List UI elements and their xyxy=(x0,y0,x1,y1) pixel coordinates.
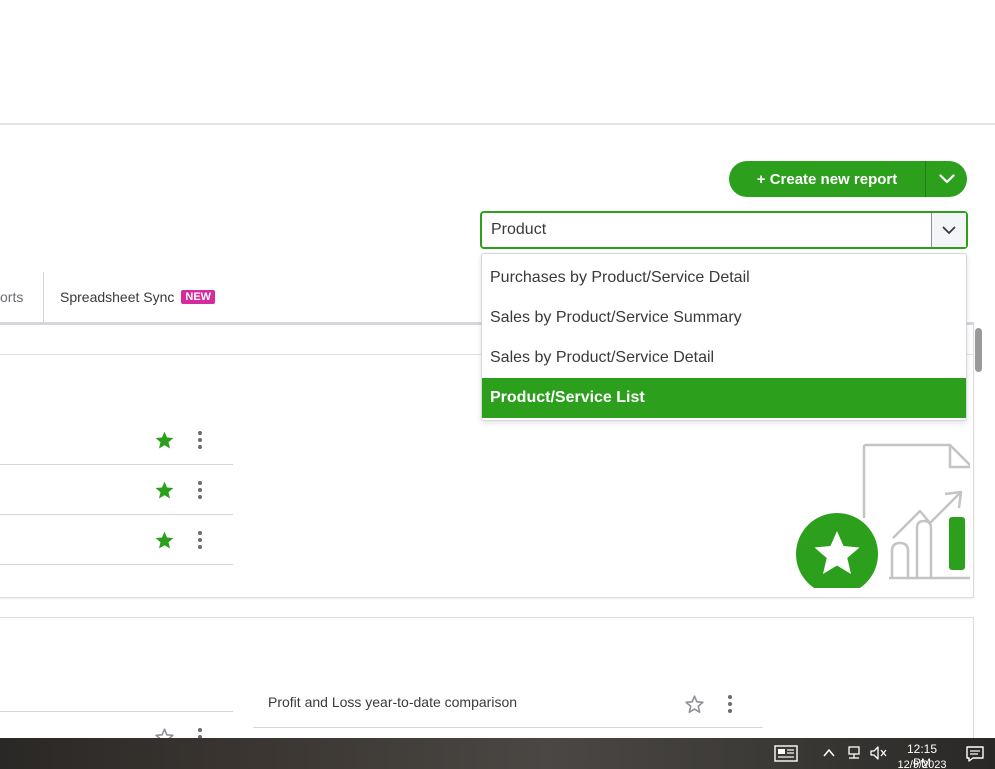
news-widget-icon[interactable] xyxy=(774,745,798,762)
reports-page: + Create new report Purchases by Product… xyxy=(0,0,995,769)
suggestion-sales-by-product-service-summary[interactable]: Sales by Product/Service Summary xyxy=(482,298,966,338)
search-dropdown-toggle[interactable] xyxy=(931,213,966,247)
favorite-report-row[interactable] xyxy=(0,515,233,565)
suggestion-product-service-list[interactable]: Product/Service List xyxy=(482,378,966,418)
more-options-icon[interactable] xyxy=(195,429,205,451)
chevron-down-icon xyxy=(938,174,955,184)
tab-divider xyxy=(43,272,44,322)
favorites-illustration xyxy=(796,443,970,588)
create-new-report-label[interactable]: + Create new report xyxy=(729,161,926,197)
create-new-report-button[interactable]: + Create new report xyxy=(729,161,967,197)
row-divider xyxy=(0,711,233,712)
star-badge-icon xyxy=(796,513,878,588)
more-options-icon[interactable] xyxy=(725,693,735,715)
star-filled-icon[interactable] xyxy=(154,430,175,451)
create-report-dropdown-toggle[interactable] xyxy=(926,161,967,197)
suggestion-sales-by-product-service-detail[interactable]: Sales by Product/Service Detail xyxy=(482,338,966,378)
more-options-icon[interactable] xyxy=(195,479,205,501)
tab-spreadsheet-sync[interactable]: Spreadsheet Sync NEW xyxy=(60,289,216,305)
more-options-icon[interactable] xyxy=(195,529,205,551)
report-search-combobox[interactable] xyxy=(480,211,968,249)
star-filled-icon[interactable] xyxy=(154,530,175,551)
tab-reports-partial[interactable]: orts xyxy=(0,289,23,305)
scrollbar-thumb[interactable] xyxy=(975,328,982,372)
windows-taskbar: 12:15 PM 12/9/2023 xyxy=(0,738,995,769)
volume-muted-icon[interactable] xyxy=(869,745,887,761)
network-icon[interactable] xyxy=(846,745,862,761)
favorite-report-row[interactable] xyxy=(0,465,233,515)
new-badge: NEW xyxy=(181,290,216,304)
header-divider xyxy=(0,123,995,125)
chevron-down-icon xyxy=(942,226,956,234)
chevron-up-icon[interactable] xyxy=(822,747,836,759)
taskbar-clock-date[interactable]: 12/9/2023 xyxy=(896,759,948,769)
favorite-report-row[interactable] xyxy=(0,415,233,465)
report-search-input[interactable] xyxy=(482,213,931,247)
report-row-label[interactable]: Profit and Loss year-to-date comparison xyxy=(268,694,517,710)
search-suggestions-list: Purchases by Product/Service Detail Sale… xyxy=(481,253,967,421)
document-chart-icon xyxy=(862,443,970,580)
suggestion-purchases-by-product-service-detail[interactable]: Purchases by Product/Service Detail xyxy=(482,258,966,298)
star-filled-icon[interactable] xyxy=(154,480,175,501)
tab-spreadsheet-sync-label: Spreadsheet Sync xyxy=(60,289,175,305)
star-outline-icon[interactable] xyxy=(684,694,705,715)
notification-icon[interactable] xyxy=(965,745,985,763)
report-row-profit-and-loss-ytd[interactable]: Profit and Loss year-to-date comparison xyxy=(253,682,763,728)
